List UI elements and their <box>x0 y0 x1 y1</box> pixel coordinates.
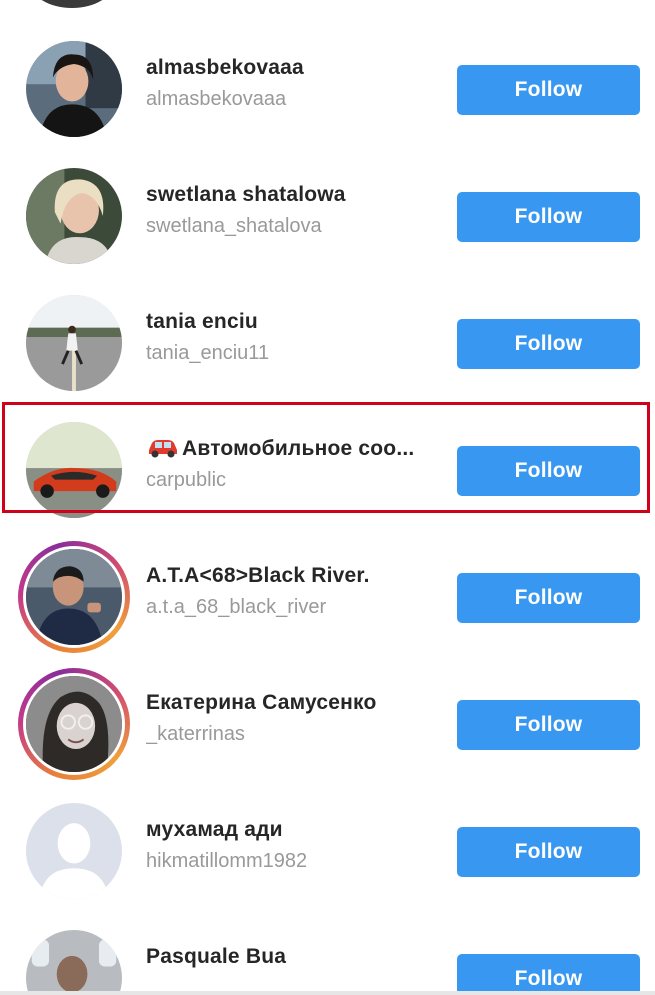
follow-button[interactable]: Follow <box>457 65 640 115</box>
list-item[interactable]: Екатерина Самусенко _katerrinas Follow <box>0 660 655 787</box>
follow-button[interactable]: Follow <box>457 827 640 877</box>
avatar[interactable] <box>26 422 122 518</box>
list-item[interactable]: tania enciu tania_enciu11 Follow <box>0 279 655 406</box>
follow-suggestions-screen: almasbekovaaa almasbekovaaa Follow swetl… <box>0 0 655 995</box>
user-handle: swetlana_shatalova <box>146 215 322 237</box>
follow-button[interactable]: Follow <box>457 192 640 242</box>
avatar[interactable] <box>26 168 122 264</box>
follow-button[interactable]: Follow <box>457 700 640 750</box>
divider <box>0 991 655 995</box>
avatar[interactable] <box>30 0 114 8</box>
user-handle: hikmatillomm1982 <box>146 850 308 872</box>
avatar[interactable] <box>26 930 122 995</box>
follow-button[interactable]: Follow <box>457 319 640 369</box>
default-profile-icon <box>26 803 122 899</box>
user-handle: tania_enciu11 <box>146 342 270 364</box>
user-name[interactable]: swetlana shatalowa <box>146 182 451 208</box>
avatar[interactable] <box>26 295 122 391</box>
list-item[interactable]: Автомобильное соо... carpublic Follow <box>0 406 655 533</box>
follow-button[interactable]: Follow <box>457 446 640 496</box>
list-item[interactable]: almasbekovaaa almasbekovaaa Follow <box>0 25 655 152</box>
avatar[interactable] <box>26 803 122 899</box>
user-name[interactable]: A.T.A<68>Black River. <box>146 563 451 589</box>
list-item[interactable]: A.T.A<68>Black River. a.t.a_68_black_riv… <box>0 533 655 660</box>
avatar[interactable] <box>18 668 130 780</box>
avatar[interactable] <box>26 41 122 137</box>
user-handle: _katerrinas <box>146 723 245 745</box>
list-item[interactable]: Pasquale Bua Follow <box>0 914 655 995</box>
list-item[interactable]: swetlana shatalowa swetlana_shatalova Fo… <box>0 152 655 279</box>
user-name[interactable]: Автомобильное соо... <box>146 436 451 462</box>
follow-button[interactable]: Follow <box>457 573 640 623</box>
list-item[interactable]: мухамад ади hikmatillomm1982 Follow <box>0 787 655 914</box>
user-name[interactable]: almasbekovaaa <box>146 55 451 81</box>
user-handle: almasbekovaaa <box>146 88 287 110</box>
user-handle: a.t.a_68_black_river <box>146 596 327 618</box>
user-name[interactable]: мухамад ади <box>146 817 451 843</box>
follow-button[interactable]: Follow <box>457 954 640 995</box>
car-icon <box>149 440 177 458</box>
user-name[interactable]: Pasquale Bua <box>146 944 451 970</box>
user-name[interactable]: Екатерина Самусенко <box>146 690 451 716</box>
user-handle: carpublic <box>146 469 227 491</box>
user-name[interactable]: tania enciu <box>146 309 451 335</box>
avatar[interactable] <box>18 541 130 653</box>
